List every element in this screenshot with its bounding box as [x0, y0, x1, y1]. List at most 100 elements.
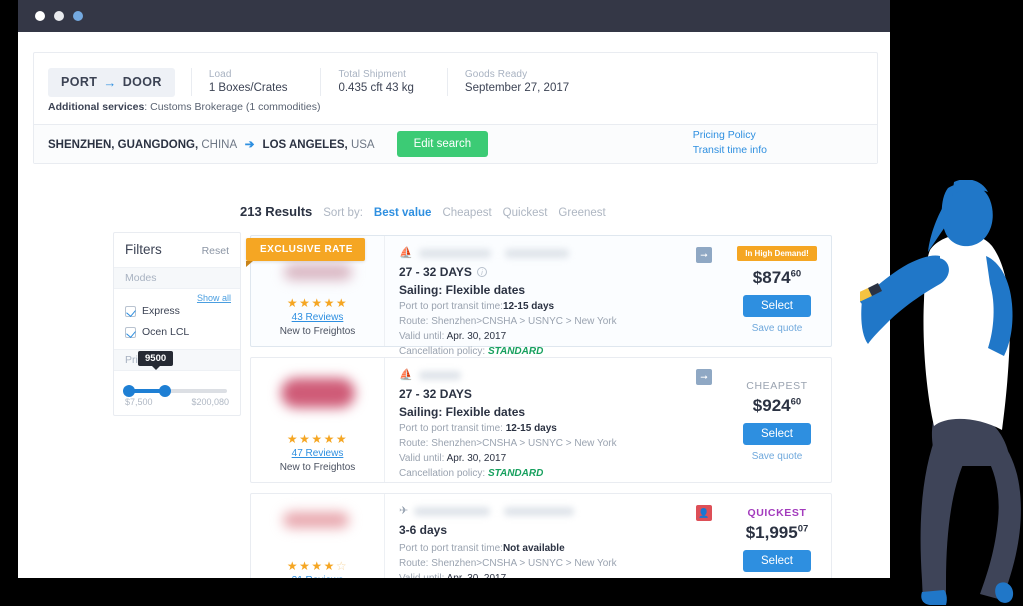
- price-cents: 60: [790, 396, 802, 408]
- exclusive-rate-ribbon: EXCLUSIVE RATE: [246, 238, 365, 267]
- route-line: Route: Shenzhen>CNSHA > USNYC > New York: [399, 438, 617, 449]
- shipment-summary-row: PORT → DOOR Load 1 Boxes/Crates Total Sh…: [34, 53, 877, 99]
- status-badge: QUICKEST: [747, 507, 807, 519]
- price-slider-labels: $7,500 $200,080: [125, 397, 229, 407]
- price-min-label: $7,500: [125, 397, 153, 407]
- info-icon[interactable]: i: [476, 267, 487, 277]
- select-button[interactable]: Select: [743, 423, 811, 445]
- sailing-text: Sailing: Flexible dates: [399, 405, 526, 419]
- transit-days: 27 - 32 DAYS: [399, 265, 472, 279]
- origin-mode-label: PORT: [61, 75, 98, 89]
- rating-stars: ★★★★☆: [287, 559, 348, 573]
- window-dot-minimize[interactable]: [54, 11, 64, 21]
- port-transit-value: 12-15 days: [505, 423, 557, 434]
- price: $1,99507: [746, 523, 809, 543]
- port-transit-line: Port to port transit time:Not available: [399, 543, 709, 554]
- price-cents: 07: [797, 523, 809, 535]
- checkbox-icon[interactable]: [125, 326, 136, 338]
- sailing-text: Sailing: Flexible dates: [399, 283, 526, 297]
- sort-option-best-value[interactable]: Best value: [374, 207, 432, 219]
- price-column: QUICKEST $1,99507 Select Save quote: [723, 494, 831, 578]
- carrier-logo: [281, 378, 355, 408]
- cancellation-policy-label: Cancellation policy:: [399, 346, 486, 357]
- star-icon: ★: [311, 296, 324, 310]
- valid-until-line: Valid until: Apr. 30, 2017: [399, 331, 709, 342]
- window-dot-close[interactable]: [35, 11, 45, 21]
- destination-city: LOS ANGELES,: [262, 139, 348, 151]
- ship-icon: ⛵: [399, 368, 413, 381]
- sort-option-quickest[interactable]: Quickest: [503, 207, 548, 219]
- port-transit-label: Port to port transit time:: [399, 301, 503, 312]
- person-hair-top: [952, 180, 988, 196]
- star-icon: ★: [299, 432, 312, 446]
- filter-section-modes-header: Modes: [114, 267, 240, 289]
- reviews-link[interactable]: 47 Reviews: [292, 448, 344, 459]
- price-slider-handle-min[interactable]: [123, 385, 135, 397]
- price-slider-handle-max[interactable]: [159, 385, 171, 397]
- route-line: Route: Shenzhen>CNSHA > USNYC > New York: [399, 316, 617, 327]
- summary-field-total-shipment: Total Shipment 0.435 cft 43 kg: [320, 67, 430, 97]
- star-icon: ★: [286, 432, 300, 446]
- cancellation-policy-line: Cancellation policy: STANDARD: [399, 468, 709, 479]
- star-icon: ★: [286, 296, 300, 310]
- save-quote-link[interactable]: Save quote: [752, 451, 803, 462]
- destination-country: USA: [347, 139, 375, 151]
- sort-option-greenest[interactable]: Greenest: [558, 207, 605, 219]
- result-card[interactable]: ★★★★★ 47 Reviews New to Freightos ⛵ 27 -…: [250, 357, 832, 483]
- pricing-policy-link[interactable]: Pricing Policy: [693, 128, 767, 143]
- show-all-link[interactable]: Show all: [197, 293, 231, 303]
- person-head: [941, 183, 993, 247]
- edit-search-button[interactable]: Edit search: [396, 131, 489, 157]
- filter-section-price-body: 9500 $7,500 $200,080: [114, 351, 240, 415]
- price: $92460: [753, 396, 801, 416]
- person-shoe-right: [995, 582, 1014, 603]
- carrier-row: ⛵: [399, 368, 709, 382]
- star-icon: ☆: [335, 559, 349, 573]
- star-icon: ★: [323, 559, 336, 573]
- user-icon[interactable]: 👤: [696, 505, 712, 521]
- sort-by-label: Sort by:: [323, 207, 363, 219]
- cancellation-policy-value: STANDARD: [487, 346, 544, 357]
- person-sleeve-right: [986, 256, 1013, 356]
- shipments-note: New to Freightos: [279, 326, 356, 337]
- origin-country: CHINA: [198, 139, 237, 151]
- status-badge: CHEAPEST: [746, 380, 808, 392]
- goods-ready-value: September 27, 2017: [464, 82, 570, 94]
- filter-section-price-header: Price: [114, 349, 240, 371]
- result-details-column: ⛵ 27 - 32 DAYS Sailing: Flexible dates P…: [385, 358, 723, 482]
- star-icon: ★: [311, 559, 324, 573]
- price-slider-track[interactable]: [123, 385, 227, 397]
- price-column: In High Demand! $87460 Select Save quote: [723, 236, 831, 346]
- reviews-link[interactable]: 43 Reviews: [292, 312, 344, 323]
- select-button[interactable]: Select: [743, 295, 811, 317]
- carrier-logo: [283, 512, 349, 528]
- sort-option-cheapest[interactable]: Cheapest: [442, 207, 491, 219]
- filter-checkbox-ocean-lcl[interactable]: Ocen LCL: [125, 326, 229, 338]
- filters-header: Filters Reset: [114, 233, 240, 267]
- cancellation-policy-value: STANDARD: [487, 468, 544, 479]
- window-dot-maximize[interactable]: [73, 11, 83, 21]
- save-quote-link[interactable]: Save quote: [752, 323, 803, 334]
- carrier-name-masked: [414, 506, 491, 516]
- arrow-right-icon[interactable]: ➞: [696, 247, 712, 263]
- person-shoe-left: [921, 590, 947, 605]
- total-shipment-value: 0.435 cft 43 kg: [338, 82, 414, 94]
- carrier-name-masked: [418, 370, 461, 380]
- port-to-door-toggle[interactable]: PORT → DOOR: [48, 67, 175, 97]
- valid-until-value: Apr. 30, 2017: [447, 573, 507, 578]
- star-icon: ★: [323, 296, 336, 310]
- star-icon: ★: [335, 432, 349, 446]
- transit-time-info-link[interactable]: Transit time info: [693, 143, 767, 158]
- result-card[interactable]: ★★★★☆ 21 Reviews 10+ Freightos Shipments…: [250, 493, 832, 578]
- load-label: Load: [208, 68, 232, 80]
- arrow-right-icon[interactable]: ➞: [696, 369, 712, 385]
- filters-reset-button[interactable]: Reset: [202, 245, 229, 257]
- valid-until-label: Valid until:: [399, 573, 444, 578]
- filter-checkbox-express[interactable]: Express: [125, 305, 229, 317]
- port-transit-label: Port to port transit time:: [399, 543, 503, 554]
- reviews-link[interactable]: 21 Reviews: [292, 575, 344, 578]
- checkbox-icon[interactable]: [125, 305, 136, 317]
- ship-icon: ⛵: [399, 246, 413, 259]
- select-button[interactable]: Select: [743, 550, 811, 572]
- destination-mode-label: DOOR: [122, 75, 162, 89]
